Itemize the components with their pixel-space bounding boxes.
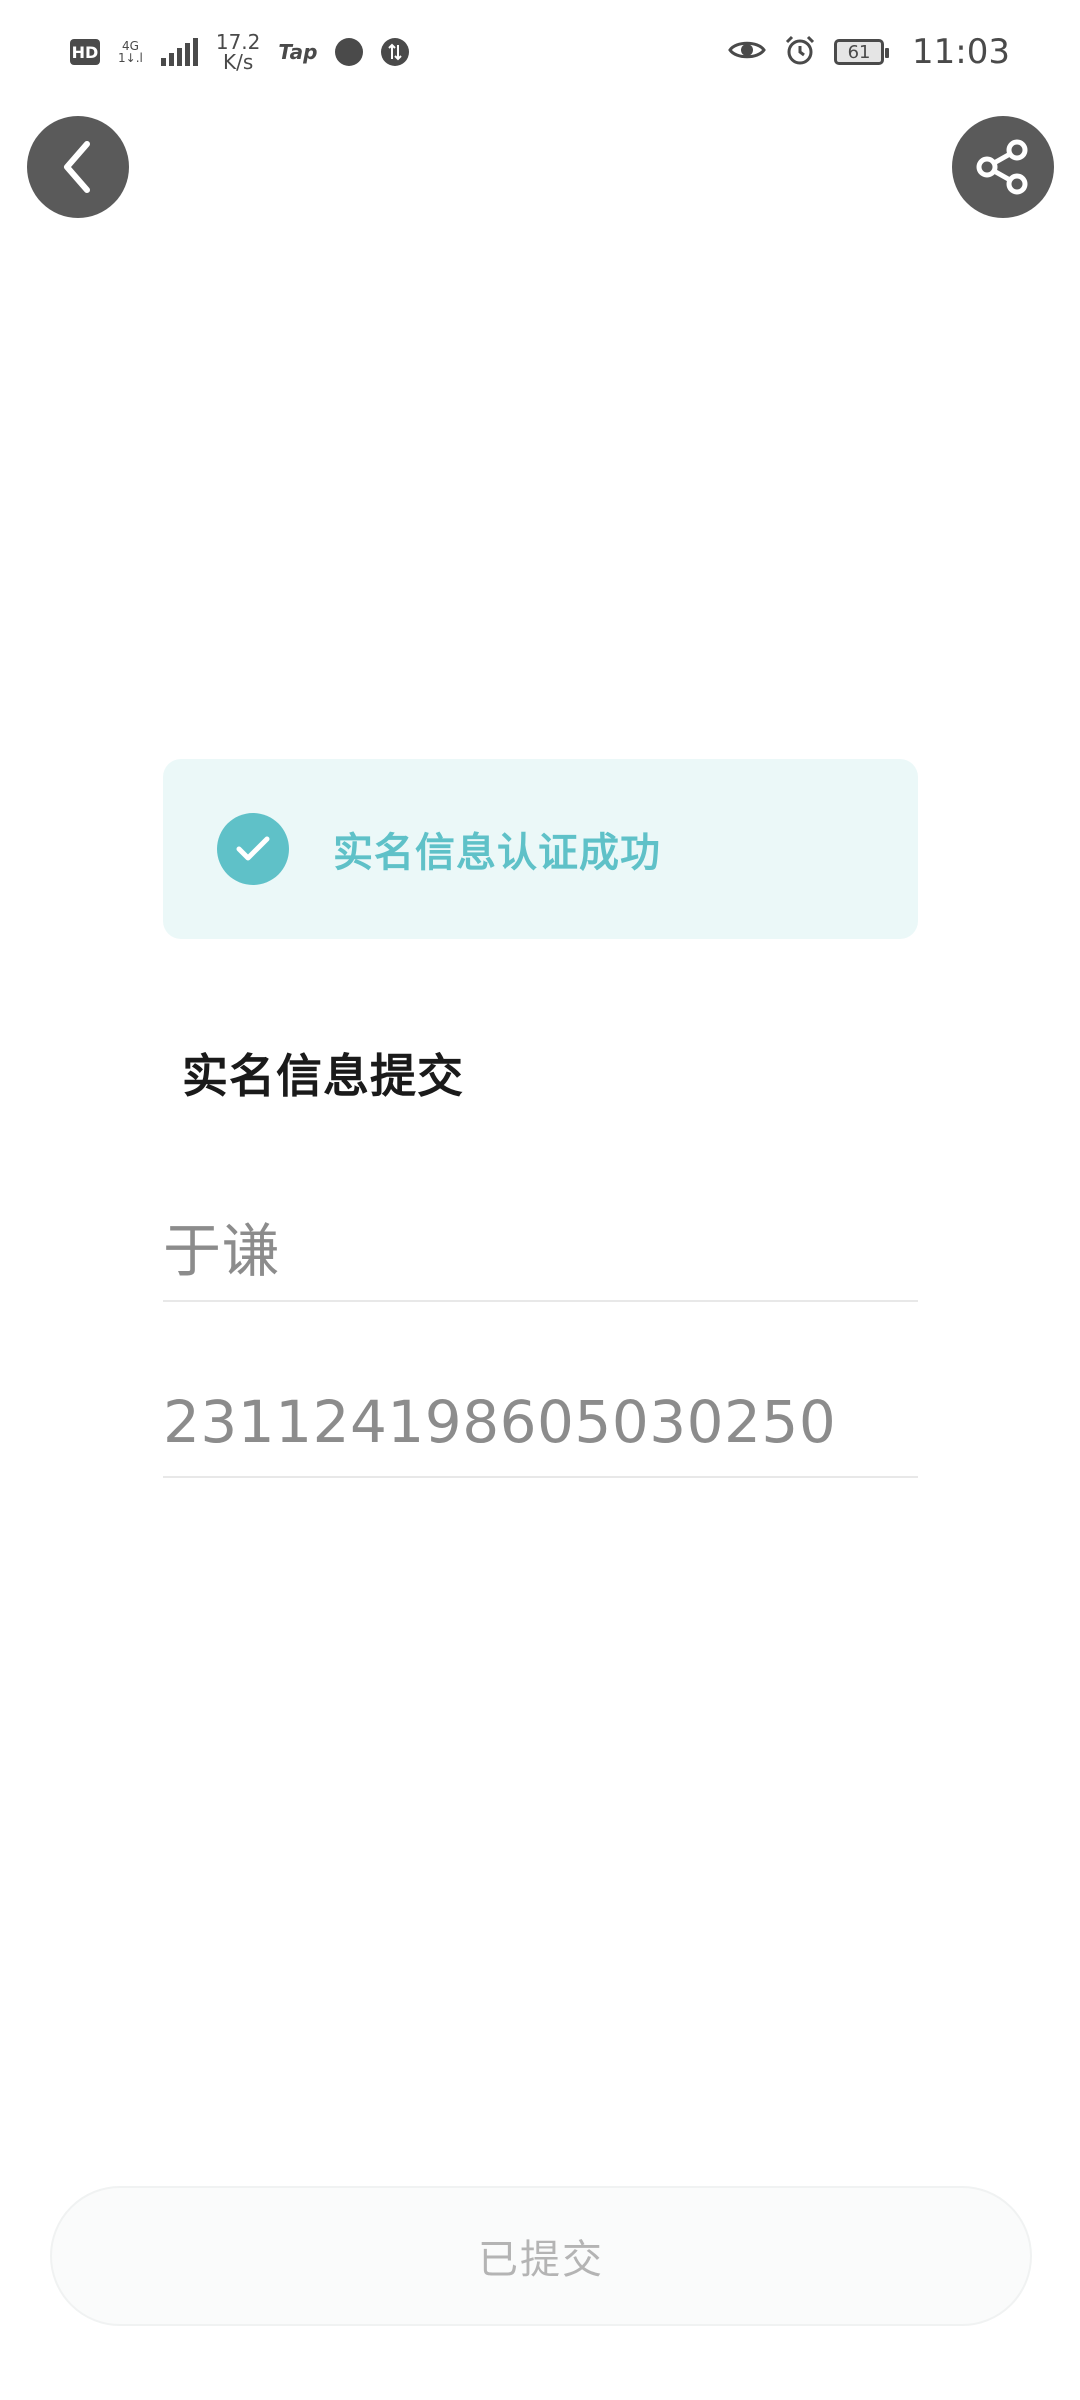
network-activity-label: 1↓.l <box>118 51 143 65</box>
submitted-button[interactable]: 已提交 <box>50 2186 1032 2326</box>
hd-icon: HD <box>70 39 100 65</box>
share-button[interactable] <box>952 116 1054 218</box>
id-number-field: 231124198605030250 <box>163 1368 918 1478</box>
share-icon <box>976 139 1028 195</box>
eye-icon <box>728 38 766 66</box>
network-speed-value: 17.2 <box>215 30 261 54</box>
battery-icon: 61 <box>834 39 890 65</box>
battery-level: 61 <box>847 41 871 63</box>
alarm-icon <box>784 34 816 70</box>
section-title: 实名信息提交 <box>182 1049 464 1103</box>
network-speed: 17.2 K/s <box>216 32 261 72</box>
check-icon <box>217 813 289 885</box>
name-value: 于谦 <box>163 1217 281 1285</box>
clock: 11:03 <box>912 32 1010 72</box>
network-speed-unit: K/s <box>222 50 254 74</box>
tap-app-icon: Tap <box>278 40 318 64</box>
id-number-value: 231124198605030250 <box>163 1388 837 1456</box>
success-message: 实名信息认证成功 <box>333 830 661 876</box>
heart-check-icon <box>335 38 364 66</box>
verification-success-banner: 实名信息认证成功 <box>163 759 918 939</box>
chevron-left-icon <box>64 141 90 193</box>
data-transfer-icon <box>381 38 410 66</box>
status-bar: HD 4G 1↓.l 17.2 K/s Tap 61 11:03 <box>0 0 1080 104</box>
signal-icon <box>160 38 198 66</box>
status-right: 61 11:03 <box>728 32 1010 72</box>
back-button[interactable] <box>27 116 129 218</box>
status-left: HD 4G 1↓.l 17.2 K/s Tap <box>70 32 410 72</box>
name-field: 于谦 <box>163 1192 918 1302</box>
network-type-icon: 4G 1↓.l <box>118 40 143 64</box>
